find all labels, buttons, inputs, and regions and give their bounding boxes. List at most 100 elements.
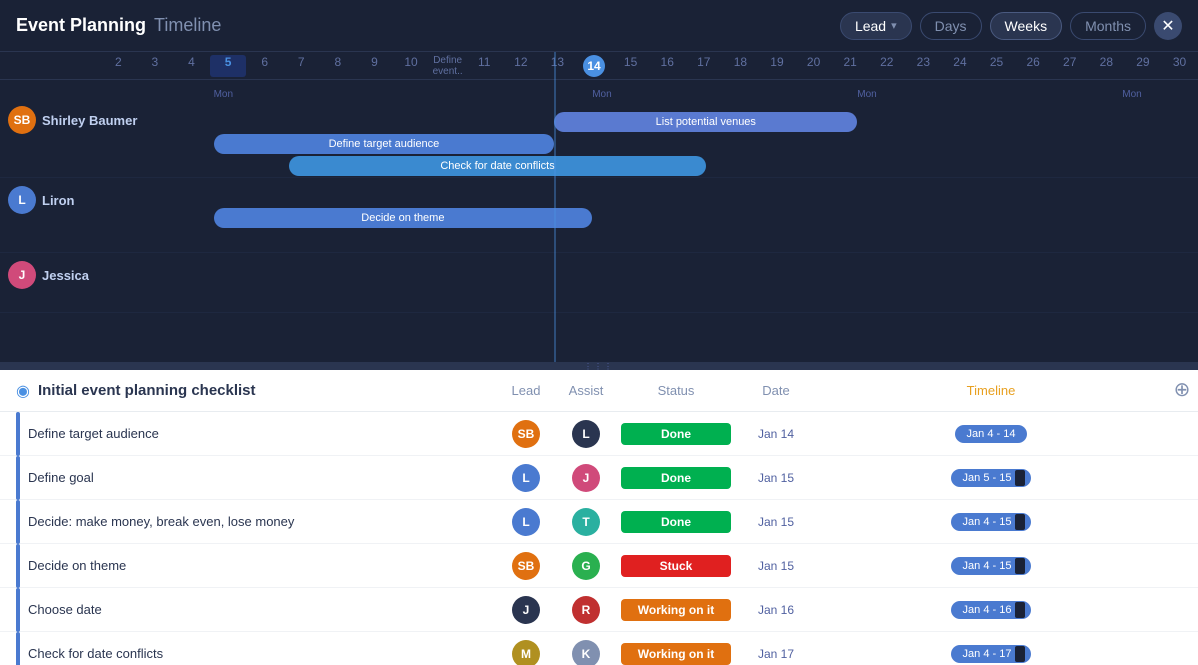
status-badge[interactable]: Done <box>621 423 731 445</box>
col-lead-cell: L <box>496 464 556 492</box>
col-header-assist: Assist <box>556 383 616 398</box>
lead-avatar[interactable]: J <box>512 596 540 624</box>
task-name: Check for date conflicts <box>28 646 496 661</box>
col-date-cell: Jan 17 <box>736 647 816 661</box>
section-toggle[interactable]: ◉ <box>16 381 30 401</box>
months-view-btn[interactable]: Months <box>1070 12 1146 40</box>
task-row[interactable]: Decide on theme SB G Stuck Jan 15 Jan 4 … <box>0 544 1198 588</box>
timeline-badge[interactable]: Jan 5 - 15 <box>951 469 1032 487</box>
avatar-shirley: SB <box>8 106 36 134</box>
col-date-cell: Jan 16 <box>736 603 816 617</box>
status-badge[interactable]: Working on it <box>621 599 731 621</box>
add-column-button[interactable]: ⊕ <box>1174 380 1191 400</box>
task-name: Decide on theme <box>28 558 496 573</box>
timeline-badge[interactable]: Jan 4 - 14 <box>955 425 1028 443</box>
task-name-wrapper: Define target audience <box>16 412 496 456</box>
col-status-cell: Stuck <box>616 555 736 577</box>
date-30: 30 <box>1161 55 1198 77</box>
col-assist-cell: G <box>556 552 616 580</box>
date-14-today: 14 <box>576 55 613 77</box>
person-shirley: SB Shirley Baumer <box>8 106 137 134</box>
date-26: 26 <box>1015 55 1052 77</box>
row-color-bar <box>16 544 20 588</box>
lead-avatar[interactable]: SB <box>512 420 540 448</box>
col-header-date: Date <box>736 383 816 398</box>
col-header-timeline: Timeline <box>816 383 1166 398</box>
bar-list-venues[interactable]: List potential venues <box>554 112 857 132</box>
date-29: 29 <box>1125 55 1162 77</box>
assist-avatar[interactable]: L <box>572 420 600 448</box>
lead-avatar[interactable]: L <box>512 464 540 492</box>
assist-avatar[interactable]: J <box>572 464 600 492</box>
col-lead-cell: L <box>496 508 556 536</box>
table-header: ◉ Initial event planning checklist Lead … <box>0 370 1198 412</box>
date-28: 28 <box>1088 55 1125 77</box>
status-badge[interactable]: Stuck <box>621 555 731 577</box>
resize-dots: ⋮⋮⋮ <box>584 362 614 371</box>
app-title: Event Planning <box>16 15 146 36</box>
col-timeline-cell: Jan 4 - 16 <box>816 601 1166 619</box>
define-event-label: Define event.. <box>429 55 466 77</box>
task-name-wrapper: Define goal <box>16 456 496 500</box>
assist-avatar[interactable]: K <box>572 640 600 665</box>
resize-handle[interactable]: ⋮⋮⋮ <box>0 362 1198 370</box>
timeline-badge[interactable]: Jan 4 - 17 <box>951 645 1032 663</box>
date-19: 19 <box>759 55 796 77</box>
task-row[interactable]: Define target audience SB L Done Jan 14 … <box>0 412 1198 456</box>
date-25: 25 <box>978 55 1015 77</box>
app-subtitle: Timeline <box>154 15 221 36</box>
date-17: 17 <box>686 55 723 77</box>
bar-define-target[interactable]: Define target audience <box>214 134 555 154</box>
header-controls: Lead Days Weeks Months ✕ <box>840 12 1182 40</box>
date-15: 15 <box>612 55 649 77</box>
lead-avatar[interactable]: SB <box>512 552 540 580</box>
assist-avatar[interactable]: G <box>572 552 600 580</box>
task-name-wrapper: Decide on theme <box>16 544 496 588</box>
timeline-badge[interactable]: Jan 4 - 15 <box>951 513 1032 531</box>
status-badge[interactable]: Done <box>621 511 731 533</box>
col-status-cell: Working on it <box>616 643 736 665</box>
date-8: 8 <box>320 55 357 77</box>
date-20: 20 <box>795 55 832 77</box>
task-row[interactable]: Decide: make money, break even, lose mon… <box>0 500 1198 544</box>
lead-avatar[interactable]: M <box>512 640 540 665</box>
task-name-wrapper: Choose date <box>16 588 496 632</box>
col-timeline-cell: Jan 4 - 14 <box>816 425 1166 443</box>
weeks-view-btn[interactable]: Weeks <box>990 12 1063 40</box>
status-badge[interactable]: Done <box>621 467 731 489</box>
col-lead-cell: SB <box>496 552 556 580</box>
close-button[interactable]: ✕ <box>1154 12 1182 40</box>
date-16: 16 <box>649 55 686 77</box>
col-date-cell: Jan 15 <box>736 515 816 529</box>
days-view-btn[interactable]: Days <box>920 12 982 40</box>
col-date-cell: Jan 15 <box>736 559 816 573</box>
timeline-badge[interactable]: Jan 4 - 16 <box>951 601 1032 619</box>
date-4: 4 <box>173 55 210 77</box>
lead-avatar[interactable]: L <box>512 508 540 536</box>
col-header-status: Status <box>616 383 736 398</box>
assist-avatar[interactable]: R <box>572 596 600 624</box>
col-timeline-cell: Jan 4 - 17 <box>816 645 1166 663</box>
timeline-badge[interactable]: Jan 4 - 15 <box>951 557 1032 575</box>
bar-check-conflicts[interactable]: Check for date conflicts <box>289 156 705 176</box>
date-6: 6 <box>246 55 283 77</box>
row-color-bar <box>16 456 20 500</box>
date-23: 23 <box>905 55 942 77</box>
col-assist-cell: T <box>556 508 616 536</box>
assist-avatar[interactable]: T <box>572 508 600 536</box>
task-row[interactable]: Check for date conflicts M K Working on … <box>0 632 1198 665</box>
col-lead-cell: SB <box>496 420 556 448</box>
date-11: 11 <box>466 55 503 77</box>
task-row[interactable]: Choose date J R Working on it Jan 16 Jan… <box>0 588 1198 632</box>
status-badge[interactable]: Working on it <box>621 643 731 665</box>
liron-bars: Decide on theme <box>100 178 1198 252</box>
bar-decide-theme[interactable]: Decide on theme <box>214 208 593 228</box>
col-lead-cell: J <box>496 596 556 624</box>
lead-dropdown[interactable]: Lead <box>840 12 912 40</box>
task-row[interactable]: Define goal L J Done Jan 15 Jan 5 - 15 <box>0 456 1198 500</box>
task-name-wrapper: Check for date conflicts <box>16 632 496 665</box>
col-assist-cell: K <box>556 640 616 665</box>
col-lead-cell: M <box>496 640 556 665</box>
col-header-add: ⊕ <box>1166 380 1198 401</box>
row-color-bar <box>16 632 20 665</box>
